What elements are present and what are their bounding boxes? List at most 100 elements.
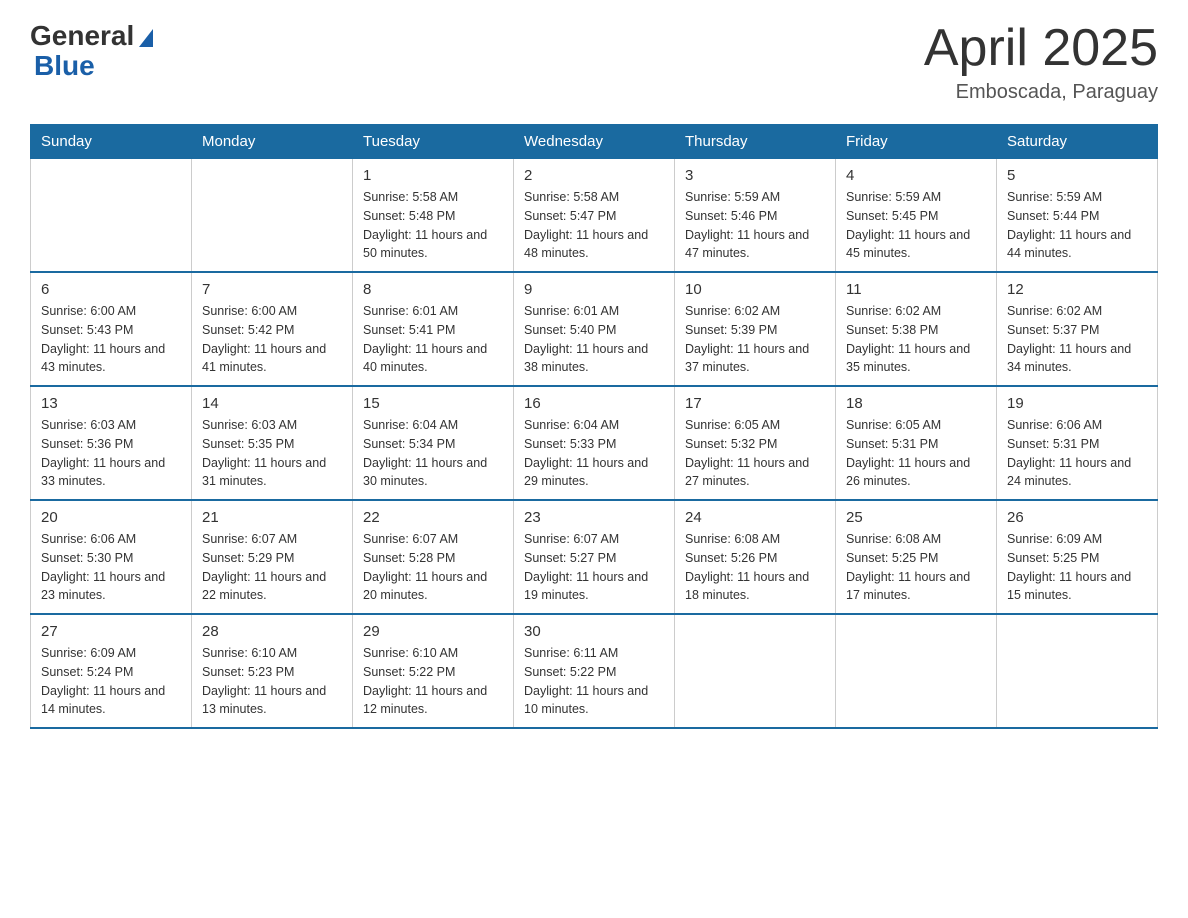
weekday-header-row: SundayMondayTuesdayWednesdayThursdayFrid…: [31, 125, 1158, 159]
day-number: 24: [685, 509, 825, 526]
calendar-week-row: 6 Sunrise: 6:00 AMSunset: 5:43 PMDaylight…: [31, 272, 1158, 386]
day-info: Sunrise: 6:09 AMSunset: 5:25 PMDaylight:…: [1007, 530, 1147, 605]
day-info: Sunrise: 5:58 AMSunset: 5:47 PMDaylight:…: [524, 188, 664, 263]
calendar-cell: 17Sunrise: 6:05 AMSunset: 5:32 PMDayligh…: [675, 386, 836, 500]
day-number: 5: [1007, 167, 1147, 184]
calendar-cell: 25 Sunrise: 6:08 AMSunset: 5:25 PMDayligh…: [836, 500, 997, 614]
calendar-cell: [675, 614, 836, 728]
logo: General Blue: [30, 20, 153, 82]
day-number: 14: [202, 395, 342, 412]
day-number: 13: [41, 395, 181, 412]
day-info: Sunrise: 6:04 AMSunset: 5:33 PMDaylight:…: [524, 416, 664, 491]
calendar-cell: 5 Sunrise: 5:59 AMSunset: 5:44 PMDaylight…: [997, 159, 1158, 273]
day-number: 30: [524, 623, 664, 640]
calendar-cell: [192, 159, 353, 273]
calendar-week-row: 20 Sunrise: 6:06 AMSunset: 5:30 PMDayligh…: [31, 500, 1158, 614]
calendar-cell: 3 Sunrise: 5:59 AMSunset: 5:46 PMDaylight…: [675, 159, 836, 273]
day-number: 10: [685, 281, 825, 298]
location-label: Emboscada, Paraguay: [924, 81, 1158, 104]
day-info: Sunrise: 6:02 AMSunset: 5:37 PMDaylight:…: [1007, 302, 1147, 377]
day-number: 26: [1007, 509, 1147, 526]
day-number: 17: [685, 395, 825, 412]
calendar-cell: 16 Sunrise: 6:04 AMSunset: 5:33 PMDayligh…: [514, 386, 675, 500]
weekday-header-wednesday: Wednesday: [514, 125, 675, 159]
calendar-cell: 10 Sunrise: 6:02 AMSunset: 5:39 PMDayligh…: [675, 272, 836, 386]
calendar-cell: 15Sunrise: 6:04 AMSunset: 5:34 PMDayligh…: [353, 386, 514, 500]
day-info: Sunrise: 6:09 AMSunset: 5:24 PMDaylight:…: [41, 644, 181, 719]
day-info: Sunrise: 6:08 AMSunset: 5:25 PMDaylight:…: [846, 530, 986, 605]
day-info: Sunrise: 6:03 AMSunset: 5:35 PMDaylight:…: [202, 416, 342, 491]
day-info: Sunrise: 6:10 AMSunset: 5:22 PMDaylight:…: [363, 644, 503, 719]
calendar-cell: 26 Sunrise: 6:09 AMSunset: 5:25 PMDayligh…: [997, 500, 1158, 614]
day-info: Sunrise: 6:07 AMSunset: 5:29 PMDaylight:…: [202, 530, 342, 605]
day-info: Sunrise: 6:01 AMSunset: 5:41 PMDaylight:…: [363, 302, 503, 377]
calendar-cell: 20 Sunrise: 6:06 AMSunset: 5:30 PMDayligh…: [31, 500, 192, 614]
day-number: 12: [1007, 281, 1147, 298]
day-number: 16: [524, 395, 664, 412]
day-info: Sunrise: 5:59 AMSunset: 5:45 PMDaylight:…: [846, 188, 986, 263]
day-number: 20: [41, 509, 181, 526]
weekday-header-monday: Monday: [192, 125, 353, 159]
calendar-cell: 11 Sunrise: 6:02 AMSunset: 5:38 PMDayligh…: [836, 272, 997, 386]
weekday-header-sunday: Sunday: [31, 125, 192, 159]
month-title: April 2025: [924, 20, 1158, 77]
day-number: 19: [1007, 395, 1147, 412]
day-number: 11: [846, 281, 986, 298]
calendar-cell: 23Sunrise: 6:07 AMSunset: 5:27 PMDayligh…: [514, 500, 675, 614]
day-number: 1: [363, 167, 503, 184]
calendar-cell: 19 Sunrise: 6:06 AMSunset: 5:31 PMDayligh…: [997, 386, 1158, 500]
page-header: General Blue April 2025 Emboscada, Parag…: [30, 20, 1158, 104]
logo-general-text: General: [30, 20, 134, 52]
day-number: 8: [363, 281, 503, 298]
day-number: 9: [524, 281, 664, 298]
day-number: 3: [685, 167, 825, 184]
logo-blue-text: Blue: [34, 50, 95, 82]
weekday-header-tuesday: Tuesday: [353, 125, 514, 159]
calendar-cell: 18Sunrise: 6:05 AMSunset: 5:31 PMDayligh…: [836, 386, 997, 500]
calendar-cell: 30 Sunrise: 6:11 AMSunset: 5:22 PMDayligh…: [514, 614, 675, 728]
day-number: 21: [202, 509, 342, 526]
title-section: April 2025 Emboscada, Paraguay: [924, 20, 1158, 104]
calendar-cell: 7 Sunrise: 6:00 AMSunset: 5:42 PMDaylight…: [192, 272, 353, 386]
calendar-cell: 28 Sunrise: 6:10 AMSunset: 5:23 PMDayligh…: [192, 614, 353, 728]
day-info: Sunrise: 6:00 AMSunset: 5:42 PMDaylight:…: [202, 302, 342, 377]
day-info: Sunrise: 6:02 AMSunset: 5:39 PMDaylight:…: [685, 302, 825, 377]
calendar-cell: 6 Sunrise: 6:00 AMSunset: 5:43 PMDaylight…: [31, 272, 192, 386]
day-info: Sunrise: 6:06 AMSunset: 5:30 PMDaylight:…: [41, 530, 181, 605]
weekday-header-saturday: Saturday: [997, 125, 1158, 159]
calendar-cell: [31, 159, 192, 273]
calendar-cell: 22 Sunrise: 6:07 AMSunset: 5:28 PMDayligh…: [353, 500, 514, 614]
calendar-cell: 1 Sunrise: 5:58 AMSunset: 5:48 PMDaylight…: [353, 159, 514, 273]
calendar-cell: 4 Sunrise: 5:59 AMSunset: 5:45 PMDaylight…: [836, 159, 997, 273]
day-number: 22: [363, 509, 503, 526]
calendar-week-row: 1 Sunrise: 5:58 AMSunset: 5:48 PMDaylight…: [31, 159, 1158, 273]
day-info: Sunrise: 6:07 AMSunset: 5:28 PMDaylight:…: [363, 530, 503, 605]
day-info: Sunrise: 6:03 AMSunset: 5:36 PMDaylight:…: [41, 416, 181, 491]
calendar-week-row: 13 Sunrise: 6:03 AMSunset: 5:36 PMDayligh…: [31, 386, 1158, 500]
day-number: 25: [846, 509, 986, 526]
day-info: Sunrise: 5:59 AMSunset: 5:46 PMDaylight:…: [685, 188, 825, 263]
day-info: Sunrise: 6:11 AMSunset: 5:22 PMDaylight:…: [524, 644, 664, 719]
day-number: 4: [846, 167, 986, 184]
day-info: Sunrise: 6:07 AMSunset: 5:27 PMDaylight:…: [524, 530, 664, 605]
day-info: Sunrise: 6:06 AMSunset: 5:31 PMDaylight:…: [1007, 416, 1147, 491]
calendar-cell: 8 Sunrise: 6:01 AMSunset: 5:41 PMDaylight…: [353, 272, 514, 386]
calendar-cell: 2Sunrise: 5:58 AMSunset: 5:47 PMDaylight…: [514, 159, 675, 273]
calendar-cell: 13 Sunrise: 6:03 AMSunset: 5:36 PMDayligh…: [31, 386, 192, 500]
day-info: Sunrise: 5:58 AMSunset: 5:48 PMDaylight:…: [363, 188, 503, 263]
weekday-header-friday: Friday: [836, 125, 997, 159]
day-info: Sunrise: 6:10 AMSunset: 5:23 PMDaylight:…: [202, 644, 342, 719]
weekday-header-thursday: Thursday: [675, 125, 836, 159]
day-info: Sunrise: 5:59 AMSunset: 5:44 PMDaylight:…: [1007, 188, 1147, 263]
day-number: 27: [41, 623, 181, 640]
day-info: Sunrise: 6:04 AMSunset: 5:34 PMDaylight:…: [363, 416, 503, 491]
calendar-cell: 29Sunrise: 6:10 AMSunset: 5:22 PMDayligh…: [353, 614, 514, 728]
day-info: Sunrise: 6:02 AMSunset: 5:38 PMDaylight:…: [846, 302, 986, 377]
day-number: 28: [202, 623, 342, 640]
day-number: 6: [41, 281, 181, 298]
calendar-cell: 21 Sunrise: 6:07 AMSunset: 5:29 PMDayligh…: [192, 500, 353, 614]
day-number: 7: [202, 281, 342, 298]
calendar-cell: 24Sunrise: 6:08 AMSunset: 5:26 PMDayligh…: [675, 500, 836, 614]
calendar-cell: [997, 614, 1158, 728]
day-info: Sunrise: 6:00 AMSunset: 5:43 PMDaylight:…: [41, 302, 181, 377]
